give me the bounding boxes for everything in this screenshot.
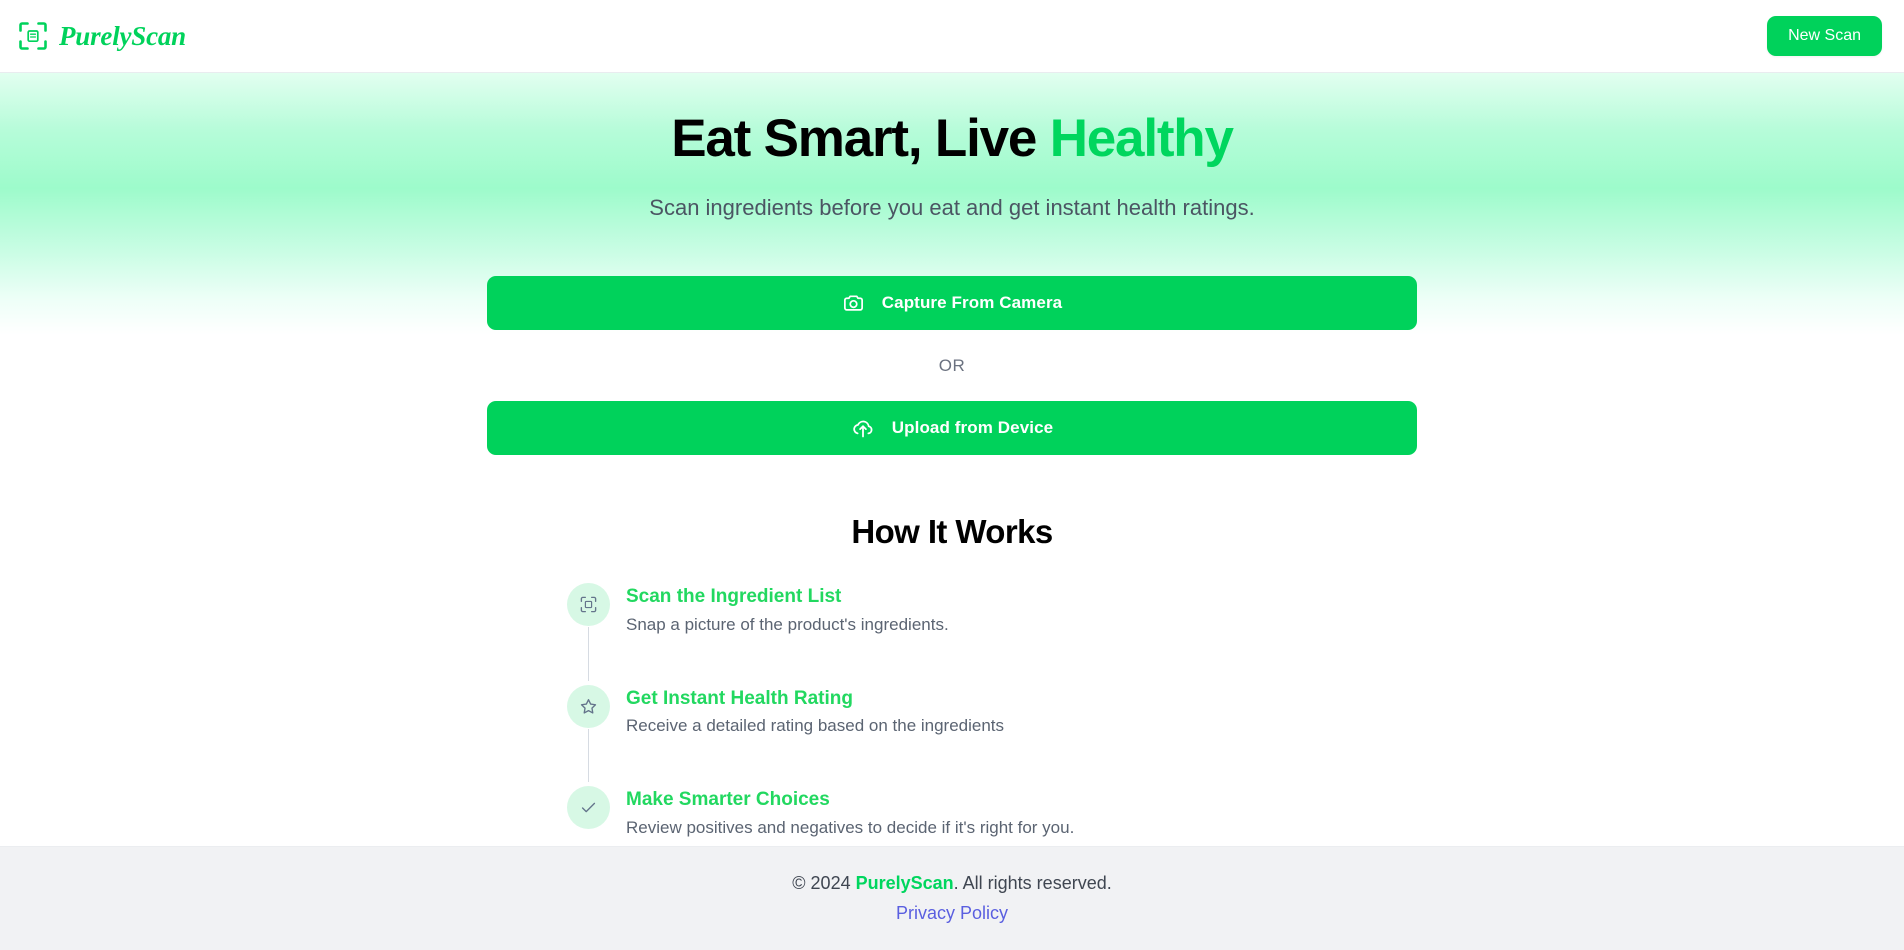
page-title-accent: Healthy [1049,109,1234,168]
action-buttons-group: Capture From Camera OR Upload from Devic… [487,276,1417,456]
how-it-works-heading: How It Works [851,513,1053,551]
footer-brand-name: PurelyScan [855,872,954,893]
step-item: Make Smarter Choices Review positives an… [567,786,1417,840]
step-connector-line [588,627,589,681]
upload-from-device-button[interactable]: Upload from Device [487,401,1417,456]
how-it-works-steps: Scan the Ingredient List Snap a picture … [487,583,1417,840]
brand-logo[interactable]: PurelyScan [18,21,186,51]
page-subtitle: Scan ingredients before you eat and get … [649,195,1255,221]
cloud-upload-icon [851,416,875,440]
step-description: Snap a picture of the product's ingredie… [626,614,949,634]
camera-icon [842,292,865,315]
new-scan-button[interactable]: New Scan [1767,15,1882,57]
copyright-text: © 2024 PurelyScan. All rights reserved. [792,872,1111,895]
step-item: Get Instant Health Rating Receive a deta… [567,684,1417,787]
page-title-main: Eat Smart, Live [671,109,1050,168]
scan-frame-icon [579,595,598,614]
star-outline-icon [579,697,598,716]
step-description: Review positives and negatives to decide… [626,818,1075,837]
step-item: Scan the Ingredient List Snap a picture … [567,583,1417,685]
step-title: Scan the Ingredient List [626,586,842,608]
step-title: Make Smarter Choices [626,789,830,811]
copyright-suffix: . All rights reserved. [953,872,1112,893]
app-root: PurelyScan New Scan Eat Smart, Live Heal… [0,0,1904,950]
or-divider-label: OR [938,356,966,376]
step-text: Scan the Ingredient List Snap a picture … [626,583,949,637]
privacy-policy-link[interactable]: Privacy Policy [896,902,1008,925]
scan-frame-icon [18,21,48,51]
capture-from-camera-button[interactable]: Capture From Camera [487,276,1417,331]
step-icon-badge [567,684,610,728]
step-icon-badge [567,583,610,627]
step-text: Get Instant Health Rating Receive a deta… [626,685,1004,739]
app-header: PurelyScan New Scan [0,0,1904,73]
check-icon [579,798,598,817]
step-description: Receive a detailed rating based on the i… [626,716,1005,736]
page-title: Eat Smart, Live Healthy [0,109,1904,168]
step-title: Get Instant Health Rating [626,687,853,709]
step-icon-badge [567,786,610,830]
capture-from-camera-label: Capture From Camera [881,293,1063,313]
step-text: Make Smarter Choices Review positives an… [626,786,1074,840]
upload-from-device-label: Upload from Device [891,418,1054,438]
main-content: Eat Smart, Live Healthy Scan ingredients… [0,73,1904,846]
step-connector-line [588,728,589,783]
brand-name: PurelyScan [59,20,187,51]
app-footer: © 2024 PurelyScan. All rights reserved. … [0,846,1904,950]
copyright-prefix: © 2024 [792,872,856,893]
